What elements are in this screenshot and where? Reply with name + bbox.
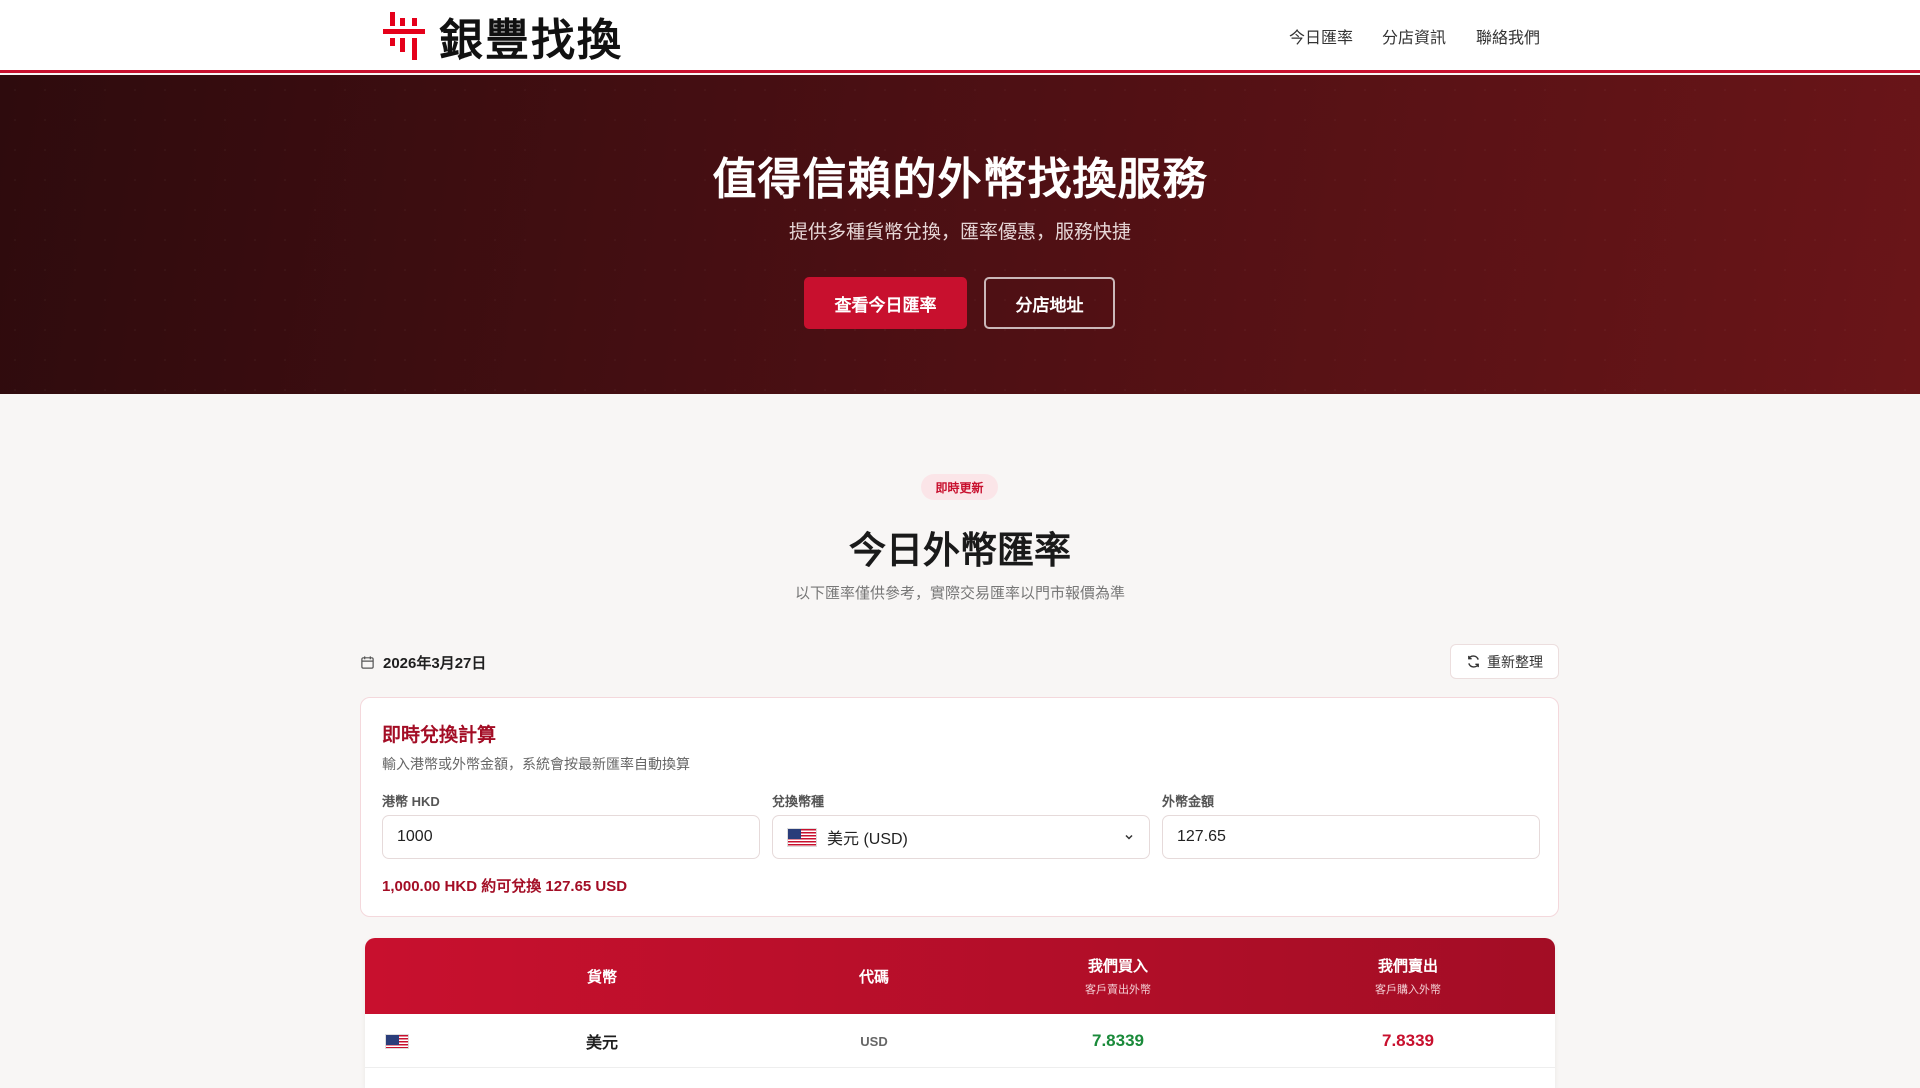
foreign-value: 127.65	[1177, 828, 1226, 845]
logo-mark-icon	[383, 12, 427, 60]
nav-contact[interactable]: 聯絡我們	[1476, 24, 1540, 48]
section-title: 今日外幣匯率	[849, 530, 1071, 571]
hkd-input[interactable]: 1000	[382, 815, 760, 859]
branch-address-button[interactable]: 分店地址	[984, 277, 1115, 329]
hkd-label: 港幣 HKD	[382, 794, 440, 809]
hero-title: 值得信賴的外幣找換服務	[712, 155, 1208, 204]
calculator-title: 即時兌換計算	[382, 725, 497, 746]
conversion-result: 1,000.00 HKD 約可兌換 127.65 USD	[382, 878, 628, 895]
chevron-down-icon	[1125, 834, 1133, 840]
calculator-description: 輸入港幣或外幣金額，系統會按最新匯率自動換算	[382, 756, 690, 772]
currency-code: USD	[860, 1033, 888, 1049]
refresh-icon	[1468, 655, 1479, 668]
table-row: 美元 USD 7.8339 7.8339	[365, 1014, 1555, 1068]
us-flag-icon	[385, 1014, 409, 1068]
buy-rate: 7.8339	[1092, 1031, 1144, 1050]
site-header: 銀豐找換 今日匯率 分店資訊 聯絡我們	[0, 0, 1920, 73]
calculator-card: 即時兌換計算 輸入港幣或外幣金額，系統會按最新匯率自動換算 港幣 HKD 兌換幣…	[360, 697, 1559, 917]
currency-label: 兌換幣種	[772, 794, 825, 809]
header-sell: 我們賣出 客戶購入外幣	[1375, 958, 1441, 996]
refresh-label: 重新整理	[1487, 653, 1543, 670]
date-text: 2026年3月27日	[383, 655, 487, 672]
rates-table: 貨幣 代碼 我們買入 客戶賣出外幣 我們賣出 客戶購入外幣 美元 USD 7.833…	[365, 938, 1555, 1088]
currency-name: 美元	[585, 1035, 619, 1052]
table-header: 貨幣 代碼 我們買入 客戶賣出外幣 我們賣出 客戶購入外幣	[365, 938, 1555, 1014]
nav-branches[interactable]: 分店資訊	[1382, 24, 1446, 48]
logo[interactable]: 銀豐找換	[383, 12, 623, 65]
currency-value: 美元 (USD)	[827, 831, 908, 848]
refresh-button[interactable]: 重新整理	[1450, 644, 1559, 679]
currency-select[interactable]: 美元 (USD)	[772, 815, 1150, 859]
foreign-amount-input[interactable]: 127.65	[1162, 815, 1540, 859]
live-update-badge: 即時更新	[921, 474, 998, 500]
header-currency: 貨幣	[586, 968, 618, 986]
header-buy: 我們買入 客戶賣出外幣	[1085, 958, 1151, 996]
nav-today-rates[interactable]: 今日匯率	[1289, 24, 1353, 48]
view-rates-button[interactable]: 查看今日匯率	[804, 277, 967, 329]
foreign-label: 外幣金額	[1162, 794, 1215, 809]
hero-subtitle: 提供多種貨幣兌換，匯率優惠，服務快捷	[788, 222, 1131, 243]
calendar-icon	[361, 656, 374, 669]
us-flag-icon	[787, 827, 817, 847]
date-display: 2026年3月27日	[360, 652, 486, 673]
logo-text: 銀豐找換	[439, 16, 623, 65]
sell-rate: 7.8339	[1382, 1031, 1434, 1050]
header-code: 代碼	[858, 968, 890, 986]
hkd-value: 1000	[397, 828, 433, 845]
section-subtitle: 以下匯率僅供參考，實際交易匯率以門市報價為準	[794, 585, 1125, 602]
